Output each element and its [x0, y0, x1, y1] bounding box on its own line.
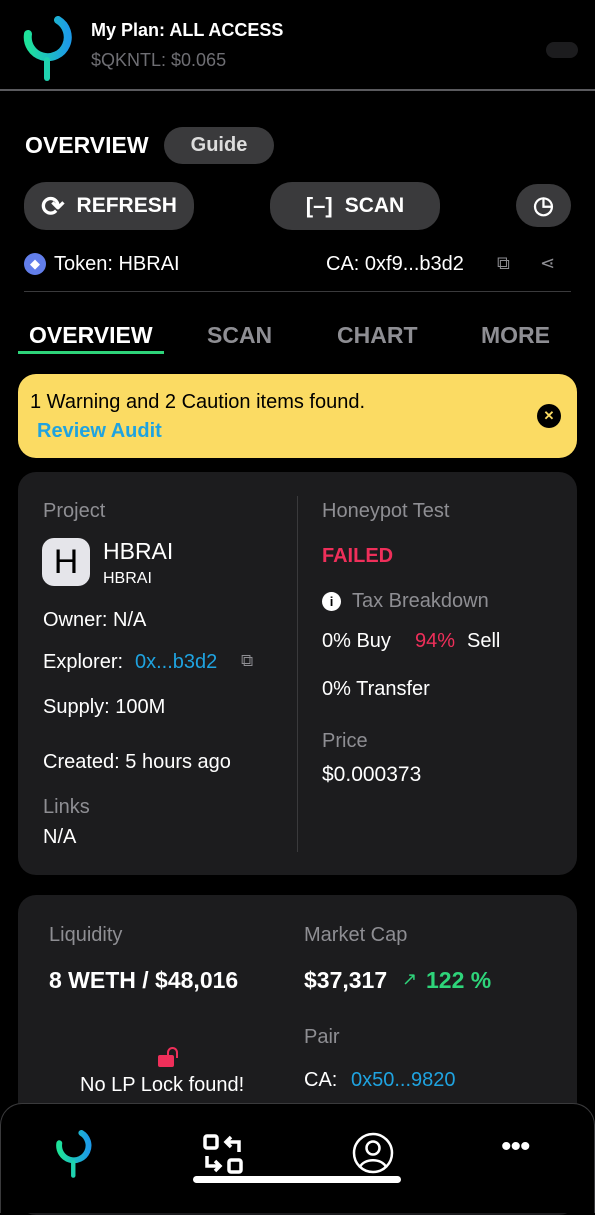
- market-cap-value: $37,317: [304, 967, 388, 993]
- liquidity-label: Liquidity: [49, 924, 123, 946]
- price-label: Price: [322, 730, 368, 752]
- links-value: N/A: [43, 826, 77, 848]
- nav-home-icon[interactable]: [53, 1130, 95, 1180]
- explorer-label: Explorer:: [43, 651, 124, 673]
- divider: [0, 89, 595, 91]
- project-name: HBRAI: [103, 538, 174, 564]
- pair-ca-label: CA:: [304, 1069, 338, 1091]
- review-audit-link[interactable]: Review Audit: [37, 420, 162, 443]
- history-button[interactable]: ◷: [516, 184, 571, 227]
- scan-button[interactable]: [–] SCAN: [270, 182, 440, 230]
- token-name: Token: HBRAI: [54, 253, 180, 275]
- unlocked-icon: [158, 1047, 178, 1067]
- copy-icon[interactable]: ⧉: [497, 253, 510, 274]
- market-cap-label: Market Cap: [304, 924, 408, 946]
- divider: [24, 291, 571, 292]
- created: Created: 5 hours ago: [43, 751, 231, 773]
- honeypot-status: FAILED: [322, 545, 394, 567]
- tab-overview[interactable]: OVERVIEW: [29, 322, 153, 349]
- project-card: Project H HBRAI HBRAI Owner: N/A Explore…: [18, 472, 577, 875]
- contract-address: CA: 0xf9...b3d2: [326, 253, 464, 275]
- explorer-link[interactable]: 0x...b3d2: [135, 651, 217, 674]
- project-heading: Project: [43, 500, 106, 522]
- nav-profile-icon[interactable]: [352, 1132, 394, 1174]
- market-cap-change: 122 %: [426, 967, 492, 993]
- trend-up-icon: ↗: [402, 969, 418, 989]
- liquidity-value: 8 WETH / $48,016: [49, 967, 239, 993]
- nav-more-icon[interactable]: •••: [501, 1130, 530, 1164]
- owner: Owner: N/A: [43, 609, 147, 631]
- home-indicator: [193, 1176, 401, 1183]
- transfer-tax: 0% Transfer: [322, 678, 430, 700]
- tab-more[interactable]: MORE: [481, 322, 550, 349]
- links-heading: Links: [43, 796, 90, 818]
- warning-message: 1 Warning and 2 Caution items found.: [30, 391, 366, 413]
- page-title: OVERVIEW: [25, 132, 149, 158]
- tab-chart[interactable]: CHART: [337, 322, 418, 349]
- sell-tax-pct: 94%: [415, 630, 456, 652]
- tax-heading: Tax Breakdown: [352, 590, 489, 612]
- price-value: $0.000373: [322, 763, 422, 786]
- copy-icon[interactable]: ⧉: [241, 651, 253, 671]
- app-logo-icon: [23, 16, 72, 81]
- buy-tax: 0% Buy: [322, 630, 391, 652]
- project-symbol: HBRAI: [103, 570, 152, 587]
- lp-lock-status: No LP Lock found!: [80, 1074, 245, 1096]
- sell-tax-label: Sell: [467, 630, 501, 652]
- ethereum-icon: ◆: [24, 253, 46, 275]
- bottom-nav: •••: [0, 1103, 595, 1213]
- supply: Supply: 100M: [43, 696, 166, 718]
- warning-banner: 1 Warning and 2 Caution items found. Rev…: [18, 374, 577, 458]
- refresh-icon: ⟳: [41, 190, 65, 222]
- scan-icon: [–]: [305, 193, 333, 218]
- divider: [297, 496, 298, 852]
- honeypot-heading: Honeypot Test: [322, 500, 450, 522]
- history-icon: ◷: [533, 192, 554, 219]
- info-icon[interactable]: i: [322, 592, 341, 611]
- refresh-button[interactable]: ⟳ REFRESH: [24, 182, 194, 230]
- token-avatar: H: [42, 538, 90, 586]
- plan-label: My Plan: ALL ACCESS: [91, 20, 284, 40]
- token-price: $QKNTL: $0.065: [91, 50, 227, 70]
- pair-ca-link[interactable]: 0x50...9820: [351, 1069, 456, 1092]
- tab-scan[interactable]: SCAN: [207, 322, 272, 349]
- share-icon[interactable]: ⋖: [540, 253, 555, 274]
- tab-underline: [18, 351, 164, 354]
- menu-toggle[interactable]: [546, 42, 578, 58]
- close-icon[interactable]: ✕: [537, 404, 561, 428]
- guide-button[interactable]: Guide: [164, 127, 274, 164]
- nav-swap-icon[interactable]: [203, 1134, 243, 1174]
- pair-label: Pair: [304, 1026, 340, 1048]
